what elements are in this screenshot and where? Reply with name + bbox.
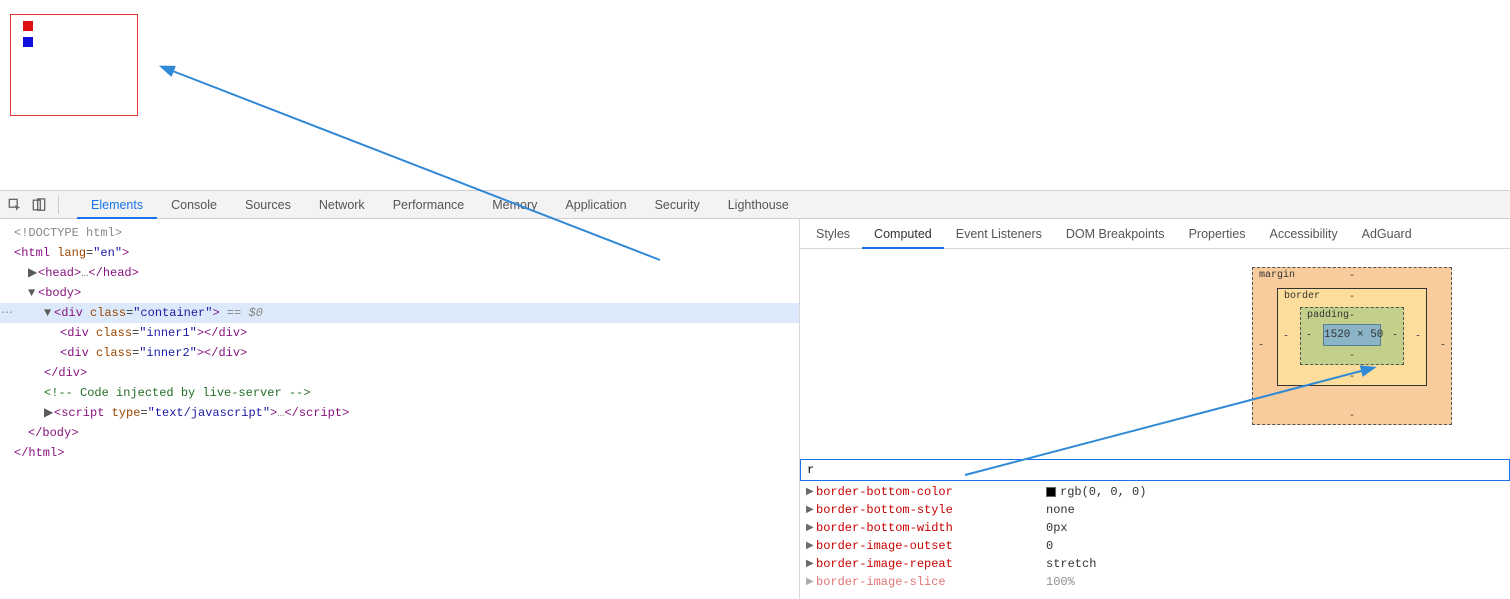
bm-border-bottom: - [1349,372,1355,383]
bm-padding-top: - [1349,311,1355,322]
dom-html-close[interactable]: </html> [0,443,799,463]
side-tab-computed[interactable]: Computed [862,219,944,249]
dom-script[interactable]: ▶<script type="text/javascript">…</scrip… [0,403,799,423]
bm-border-top: - [1349,292,1355,303]
box-model-margin[interactable]: margin - - - - border - - - - padding [1252,267,1452,425]
device-toggle-icon[interactable] [30,196,48,214]
computed-prop-name: border-image-slice [816,575,1046,589]
inspect-element-icon[interactable] [6,196,24,214]
computed-prop-row[interactable]: ▶ border-bottom-style none [800,501,1510,519]
box-model-diagram[interactable]: margin - - - - border - - - - padding [1252,267,1452,425]
bm-border-right: - [1415,332,1421,343]
tab-application[interactable]: Application [551,191,640,219]
computed-prop-row[interactable]: ▶ border-bottom-width 0px [800,519,1510,537]
tab-console[interactable]: Console [157,191,231,219]
box-model-border[interactable]: border - - - - padding - - - - 15 [1277,288,1427,386]
dom-container-selected[interactable]: ⋯▼<div class="container"> == $0 [0,303,799,323]
side-tab-event-listeners[interactable]: Event Listeners [944,219,1054,249]
styles-side-panel: Styles Computed Event Listeners DOM Brea… [800,219,1510,599]
disclosure-triangle-icon[interactable]: ▶ [806,576,816,588]
dom-body-open[interactable]: ▼<body> [0,283,799,303]
box-model-padding[interactable]: padding - - - - 1520 × 50 [1300,307,1404,365]
side-tab-accessibility[interactable]: Accessibility [1258,219,1350,249]
computed-prop-value: rgb(0, 0, 0) [1046,485,1146,499]
dom-body-close[interactable]: </body> [0,423,799,443]
computed-prop-name: border-bottom-width [816,521,1046,535]
side-tabs: Styles Computed Event Listeners DOM Brea… [800,219,1510,249]
toolbar-divider [58,196,59,214]
computed-filter-input[interactable] [800,459,1510,481]
side-tab-properties[interactable]: Properties [1177,219,1258,249]
side-tab-dom-breakpoints[interactable]: DOM Breakpoints [1054,219,1177,249]
tab-elements[interactable]: Elements [77,191,157,219]
tab-network[interactable]: Network [305,191,379,219]
devtools-panel: Elements Console Sources Network Perform… [0,190,1510,599]
bm-padding-bottom: - [1349,351,1355,362]
computed-prop-name: border-bottom-color [816,485,1046,499]
disclosure-triangle-icon[interactable]: ▶ [806,504,816,516]
dom-head[interactable]: ▶<head>…</head> [0,263,799,283]
tab-sources[interactable]: Sources [231,191,305,219]
tab-lighthouse[interactable]: Lighthouse [714,191,803,219]
box-model-border-label: border [1284,291,1320,302]
bm-padding-left: - [1306,331,1312,342]
disclosure-triangle-icon[interactable]: ▶ [806,558,816,570]
computed-prop-value: 0px [1046,521,1068,535]
dom-doctype[interactable]: <!DOCTYPE html> [14,226,122,240]
bm-border-left: - [1283,332,1289,343]
box-model-margin-label: margin [1259,270,1295,281]
dom-inner1[interactable]: <div class="inner1"></div> [0,323,799,343]
computed-prop-row[interactable]: ▶ border-image-outset 0 [800,537,1510,555]
tab-performance[interactable]: Performance [379,191,479,219]
elements-tree-panel[interactable]: <!DOCTYPE html> <html lang="en"> ▶<head>… [0,219,800,599]
preview-inner2-box [23,37,33,47]
devtools-tabs: Elements Console Sources Network Perform… [77,191,803,219]
bm-margin-top: - [1349,271,1355,282]
disclosure-triangle-icon[interactable]: ▶ [806,522,816,534]
side-tab-adguard[interactable]: AdGuard [1350,219,1424,249]
computed-filter-row [800,459,1510,481]
side-tab-styles[interactable]: Styles [804,219,862,249]
computed-prop-value: 100% [1046,575,1075,589]
bm-margin-left: - [1258,341,1264,352]
bm-margin-bottom: - [1349,411,1355,422]
tab-memory[interactable]: Memory [478,191,551,219]
computed-prop-row[interactable]: ▶ border-bottom-color rgb(0, 0, 0) [800,483,1510,501]
computed-prop-value: stretch [1046,557,1096,571]
color-swatch-icon[interactable] [1046,487,1056,497]
preview-inner1-box [23,21,33,31]
computed-prop-name: border-bottom-style [816,503,1046,517]
computed-prop-row[interactable]: ▶ border-image-slice 100% [800,573,1510,591]
computed-prop-value: none [1046,503,1075,517]
disclosure-triangle-icon[interactable]: ▶ [806,540,816,552]
computed-prop-value: 0 [1046,539,1053,553]
rendered-page-preview [0,0,1510,190]
dom-inner2[interactable]: <div class="inner2"></div> [0,343,799,363]
box-model-padding-label: padding [1307,310,1349,321]
dom-html-open[interactable]: <html lang="en"> [0,243,799,263]
devtools-toolbar: Elements Console Sources Network Perform… [0,191,1510,219]
computed-pane: margin - - - - border - - - - padding [800,249,1510,599]
tab-security[interactable]: Security [641,191,714,219]
disclosure-triangle-icon[interactable]: ▶ [806,486,816,498]
bm-margin-right: - [1440,341,1446,352]
computed-prop-row[interactable]: ▶ border-image-repeat stretch [800,555,1510,573]
computed-prop-name: border-image-repeat [816,557,1046,571]
computed-properties-list[interactable]: ▶ border-bottom-color rgb(0, 0, 0) ▶ bor… [800,483,1510,591]
dom-div-close[interactable]: </div> [0,363,799,383]
box-model-content[interactable]: 1520 × 50 [1323,324,1381,346]
bm-padding-right: - [1392,331,1398,342]
dom-comment[interactable]: <!-- Code injected by live-server --> [0,383,799,403]
computed-prop-name: border-image-outset [816,539,1046,553]
preview-container-box [10,14,138,116]
